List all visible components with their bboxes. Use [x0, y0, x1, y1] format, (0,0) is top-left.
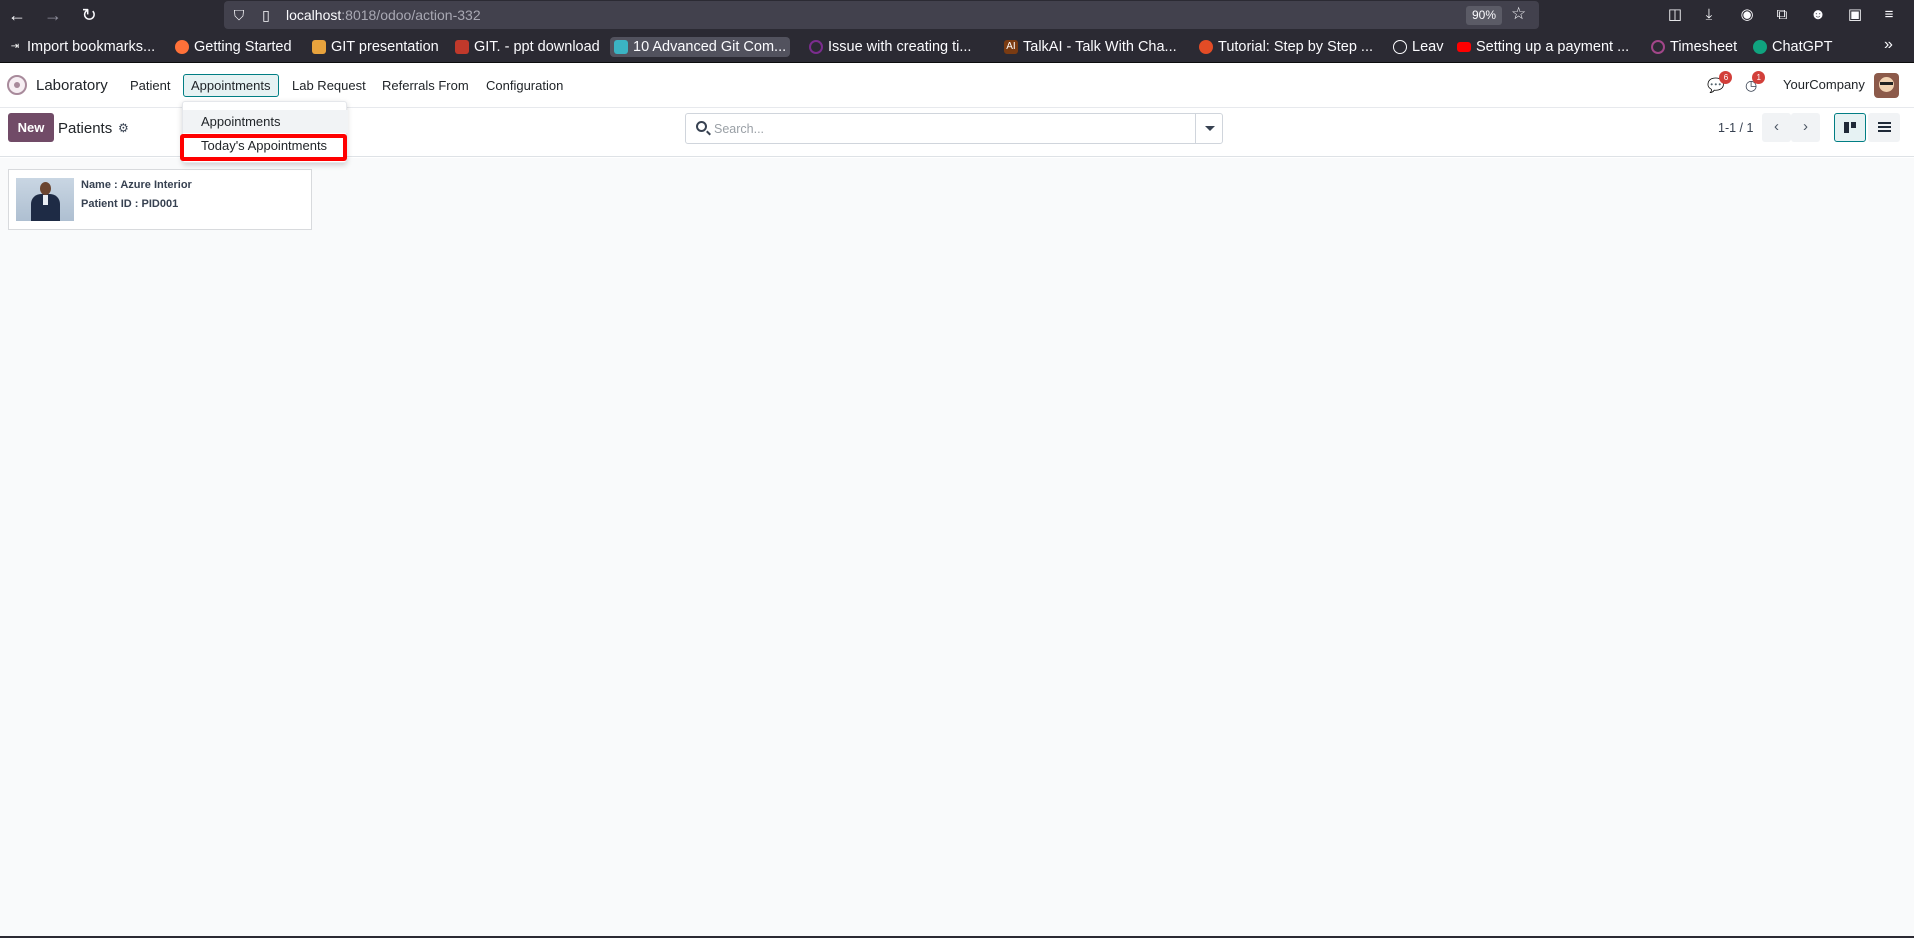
- bookmark-git-presentation[interactable]: GIT presentation: [312, 37, 439, 57]
- pager-next-icon[interactable]: ›: [1791, 113, 1820, 142]
- container-icon[interactable]: ▣: [1843, 3, 1867, 27]
- slides-icon: [455, 40, 469, 54]
- list-view-button[interactable]: [1868, 113, 1900, 142]
- patient-id: Patient ID : PID001: [81, 198, 179, 210]
- messages-badge: 6: [1719, 71, 1733, 84]
- bookmark-payment[interactable]: Setting up a payment ...: [1457, 37, 1629, 57]
- firefox-icon: [175, 40, 189, 54]
- kanban-view: Name : Azure Interior Patient ID : PID00…: [0, 158, 1914, 936]
- kanban-icon: [1844, 122, 1856, 133]
- odoo-icon: [1651, 40, 1665, 54]
- pager-previous-icon[interactable]: ‹: [1762, 113, 1791, 142]
- new-button[interactable]: New: [8, 113, 54, 142]
- search-options-toggle[interactable]: [1195, 114, 1222, 143]
- shield-icon[interactable]: ⛉: [228, 4, 250, 26]
- downloads-icon[interactable]: ⤓: [1697, 3, 1721, 27]
- bookmarks-toolbar: ⇥ Import bookmarks... Getting Started GIT…: [0, 29, 1914, 63]
- list-icon: [1878, 122, 1891, 132]
- activities-badge: 1: [1752, 71, 1766, 84]
- globe-icon: [1393, 40, 1407, 54]
- chevron-more-icon[interactable]: »: [1884, 36, 1893, 54]
- menu-appointments[interactable]: Appointments: [183, 74, 279, 97]
- bookmark-tutorial[interactable]: Tutorial: Step by Step ...: [1199, 37, 1373, 57]
- bookmark-chatgpt[interactable]: ChatGPT: [1753, 37, 1832, 57]
- ai-icon: AI: [1004, 40, 1018, 54]
- bookmark-git-ppt[interactable]: GIT. - ppt download: [455, 37, 600, 57]
- search-bar: [685, 113, 1223, 144]
- pager-value[interactable]: 1-1 / 1: [1718, 121, 1753, 135]
- forward-arrow-icon[interactable]: →: [41, 3, 65, 27]
- app-logo-icon[interactable]: [7, 75, 27, 95]
- activities-clock-icon[interactable]: ◷ 1: [1745, 71, 1766, 94]
- bookmark-leav[interactable]: Leav: [1393, 37, 1443, 57]
- patient-name: Name : Azure Interior: [81, 179, 192, 191]
- bookmark-star-icon[interactable]: ☆: [1511, 3, 1526, 25]
- hamburger-menu-icon[interactable]: ≡: [1877, 3, 1901, 27]
- appointments-dropdown: Appointments Today's Appointments: [182, 101, 348, 163]
- dropdown-item-appointments[interactable]: Appointments: [183, 110, 348, 133]
- article-icon: [614, 40, 628, 54]
- url-text[interactable]: localhost:8018/odoo/action-332: [286, 7, 481, 23]
- chatgpt-icon: [1753, 40, 1767, 54]
- reload-icon[interactable]: ↻: [77, 3, 101, 27]
- kanban-card[interactable]: Name : Azure Interior Patient ID : PID00…: [8, 169, 312, 230]
- company-switcher[interactable]: YourCompany: [1783, 77, 1865, 92]
- messages-icon[interactable]: 💬 6: [1707, 71, 1733, 94]
- breadcrumb: Patients: [58, 120, 113, 137]
- forum-icon: [809, 40, 823, 54]
- youtube-icon: [1457, 42, 1471, 52]
- bookmark-talkai[interactable]: AI TalkAI - Talk With Cha...: [1004, 37, 1177, 57]
- tutorial-icon: [1199, 40, 1213, 54]
- kanban-view-button[interactable]: [1834, 113, 1866, 142]
- dropdown-item-todays-appointments[interactable]: Today's Appointments: [183, 134, 348, 157]
- url-bar[interactable]: ⛉ ▯ localhost:8018/odoo/action-332 90%: [224, 1, 1539, 29]
- gear-icon[interactable]: ⚙: [118, 121, 129, 135]
- page-icon[interactable]: ▯: [255, 4, 277, 26]
- patient-photo: [16, 178, 74, 221]
- extensions-icon[interactable]: ⧉: [1770, 3, 1794, 27]
- bookmark-getting-started[interactable]: Getting Started: [175, 37, 292, 57]
- bookmark-advanced-git[interactable]: 10 Advanced Git Com...: [610, 37, 791, 57]
- bookmark-import[interactable]: ⇥ Import bookmarks...: [8, 37, 155, 57]
- browser-toolbar: ← → ↻ ⛉ ▯ localhost:8018/odoo/action-332…: [0, 0, 1914, 29]
- menu-configuration[interactable]: Configuration: [479, 74, 570, 97]
- menu-patient[interactable]: Patient: [123, 74, 177, 97]
- search-input[interactable]: [714, 120, 1174, 138]
- menu-lab-request[interactable]: Lab Request: [285, 74, 373, 97]
- back-arrow-icon[interactable]: ←: [5, 3, 29, 27]
- search-icon: [696, 121, 707, 132]
- import-icon: ⇥: [10, 41, 20, 52]
- bookmark-issue-creating[interactable]: Issue with creating ti...: [809, 37, 971, 57]
- bookmark-timesheet[interactable]: Timesheet: [1651, 37, 1737, 57]
- user-avatar[interactable]: [1874, 73, 1899, 98]
- pocket-icon[interactable]: ◫: [1663, 3, 1687, 27]
- extension-avatar-icon[interactable]: ☻: [1806, 3, 1830, 27]
- app-name[interactable]: Laboratory: [36, 77, 108, 94]
- zoom-level-badge[interactable]: 90%: [1466, 6, 1503, 25]
- git-icon: [312, 40, 326, 54]
- account-icon[interactable]: ◉: [1735, 3, 1759, 27]
- menu-referrals-from[interactable]: Referrals From: [375, 74, 476, 97]
